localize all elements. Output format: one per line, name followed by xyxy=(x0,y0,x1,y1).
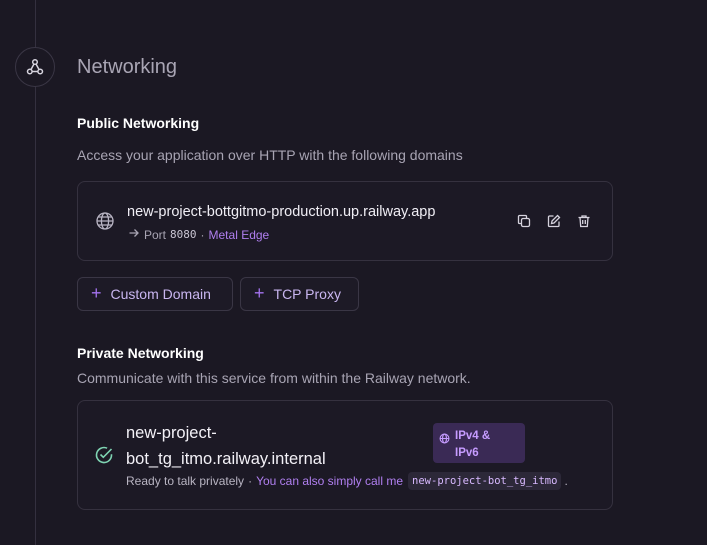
ip-badge-line-2: IPv6 xyxy=(455,447,479,459)
add-tcp-proxy-button[interactable]: + TCP Proxy xyxy=(240,277,359,311)
ip-version-badge: IPv4 & IPv6 xyxy=(433,423,525,463)
tcp-proxy-label: TCP Proxy xyxy=(273,286,341,302)
add-custom-domain-button[interactable]: + Custom Domain xyxy=(77,277,233,311)
ip-badge-line-1: IPv4 & xyxy=(455,430,491,442)
public-networking-description: Access your application over HTTP with t… xyxy=(77,147,463,163)
ip-badge-label: IPv4 & IPv6 xyxy=(455,428,490,462)
domain-link[interactable]: new-project-bottgitmo-production.up.rail… xyxy=(127,204,435,220)
network-nodes-icon xyxy=(15,47,55,87)
domain-meta: Port 8080 · Metal Edge xyxy=(128,227,269,242)
port-label: Port xyxy=(144,227,167,242)
plus-icon: + xyxy=(91,283,102,303)
public-domain-card: new-project-bottgitmo-production.up.rail… xyxy=(77,181,613,261)
alias-text: You can also simply call me xyxy=(256,474,404,488)
meta-separator: · xyxy=(200,227,205,242)
arrow-right-icon xyxy=(128,227,140,242)
private-domain-line-2: bot_tg_itmo.railway.internal xyxy=(126,450,326,468)
globe-icon xyxy=(95,211,115,236)
plus-icon: + xyxy=(254,283,265,303)
status-text: Ready to talk privately xyxy=(126,474,245,488)
check-circle-icon xyxy=(94,445,114,470)
edit-icon[interactable] xyxy=(546,213,562,229)
globe-icon xyxy=(439,431,450,449)
networking-page: Networking Public Networking Access your… xyxy=(0,0,707,545)
private-domain-line-1: new-project- xyxy=(126,424,217,442)
section-title: Networking xyxy=(77,56,178,78)
private-networking-description: Communicate with this service from withi… xyxy=(77,370,471,386)
alias-chip[interactable]: new-project-bot_tg_itmo xyxy=(408,472,562,490)
edge-label: Metal Edge xyxy=(208,227,270,242)
port-value: 8080 xyxy=(170,228,197,241)
private-domain-card: new-project- bot_tg_itmo.railway.interna… xyxy=(77,400,613,510)
meta-separator: · xyxy=(248,474,253,488)
private-domain-name[interactable]: new-project- bot_tg_itmo.railway.interna… xyxy=(126,420,366,472)
private-status: Ready to talk privately · You can also s… xyxy=(126,472,568,490)
domain-actions xyxy=(516,213,592,229)
copy-icon[interactable] xyxy=(516,213,532,229)
custom-domain-label: Custom Domain xyxy=(110,286,211,302)
public-networking-heading: Public Networking xyxy=(77,115,200,131)
trash-icon[interactable] xyxy=(576,213,592,229)
alias-period: . xyxy=(564,474,568,488)
private-networking-heading: Private Networking xyxy=(77,345,204,361)
